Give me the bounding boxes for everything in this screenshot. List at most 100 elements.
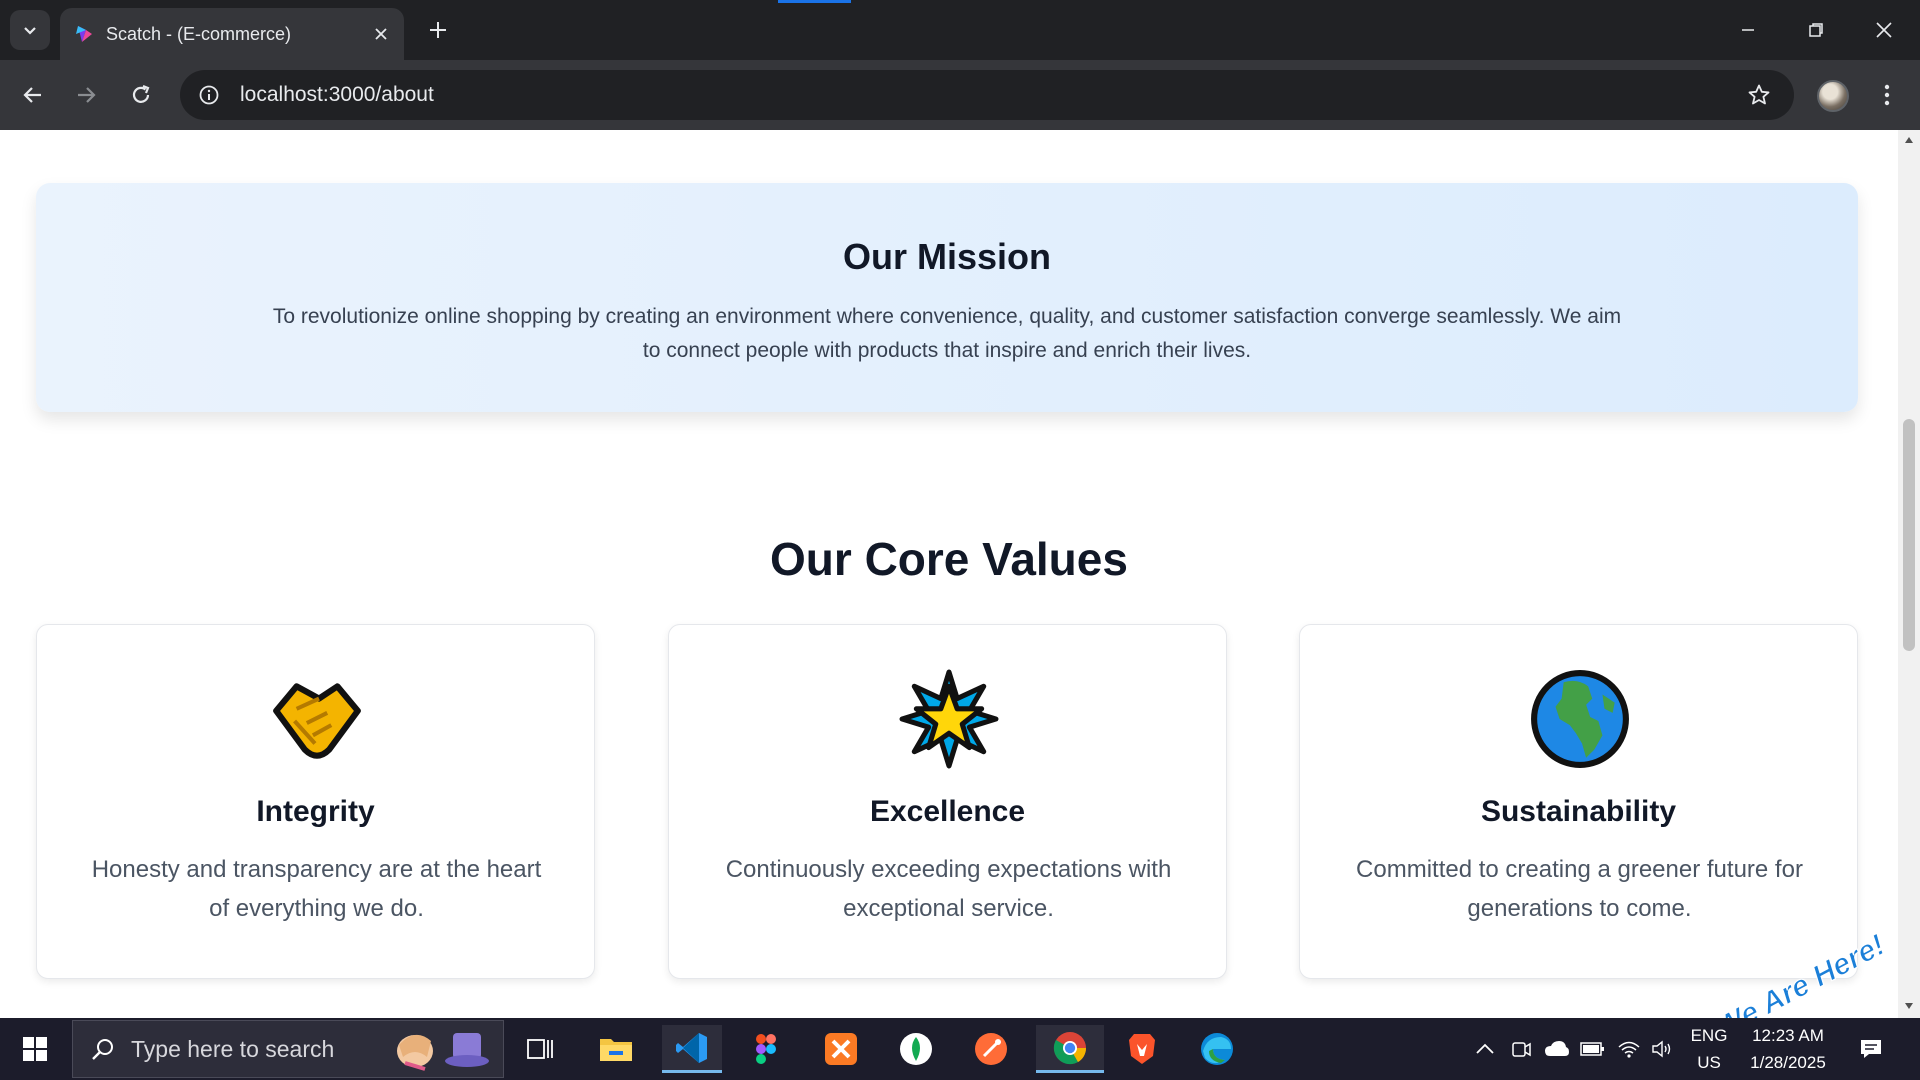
- vscode-icon: [676, 1032, 707, 1063]
- value-card-excellence: Excellence Continuously exceeding expect…: [668, 624, 1227, 979]
- new-tab-button[interactable]: [420, 12, 456, 48]
- mission-section: Our Mission To revolutionize online shop…: [36, 183, 1858, 412]
- mongodb-icon: [900, 1033, 932, 1065]
- taskbar-brave[interactable]: [1112, 1025, 1172, 1073]
- star-icon: [899, 669, 999, 769]
- tray-volume[interactable]: [1648, 1034, 1678, 1064]
- taskbar-figma[interactable]: [736, 1025, 796, 1073]
- browser-toolbar: localhost:3000/about: [0, 60, 1920, 130]
- taskbar-search-placeholder: Type here to search: [131, 1035, 335, 1062]
- close-window-button[interactable]: [1850, 0, 1918, 60]
- meet-now-icon: [1512, 1042, 1531, 1057]
- tray-overflow-button[interactable]: [1470, 1034, 1500, 1064]
- value-card-text: Continuously exceeding expectations with…: [725, 856, 1172, 922]
- page-scrollbar[interactable]: [1898, 130, 1920, 1018]
- tray-wifi[interactable]: [1614, 1034, 1644, 1064]
- clock-time: 12:23 AM: [1752, 1026, 1824, 1045]
- browser-tab-bar: Scatch - (E-commerce): [0, 0, 1920, 60]
- page-viewport: Our Mission To revolutionize online shop…: [0, 130, 1898, 1018]
- url-text: localhost:3000/about: [240, 83, 434, 106]
- restore-icon: [1809, 23, 1823, 37]
- minimize-button[interactable]: [1714, 0, 1782, 60]
- value-card-sustainability: Sustainability Committed to creating a g…: [1299, 624, 1858, 979]
- task-view-icon: [527, 1039, 553, 1059]
- taskbar-xampp[interactable]: [811, 1025, 871, 1073]
- back-button[interactable]: [14, 76, 52, 114]
- folder-icon: [600, 1039, 632, 1061]
- star-outline-icon: [1748, 84, 1770, 105]
- figma-icon: [756, 1034, 776, 1064]
- language-code: ENG: [1690, 1026, 1728, 1045]
- triangle-down-icon: [1905, 1003, 1913, 1009]
- chevron-down-icon: [24, 27, 36, 35]
- close-icon: [1876, 22, 1892, 38]
- arrow-left-icon: [23, 87, 41, 103]
- chat-widget[interactable]: We Are Here! 1: [1706, 928, 1898, 1018]
- globe-icon: [1531, 670, 1629, 768]
- core-values-title: Our Core Values: [770, 533, 1128, 585]
- start-button[interactable]: [0, 1018, 70, 1080]
- tab-close-button[interactable]: [366, 19, 396, 49]
- wifi-icon: [1618, 1041, 1640, 1058]
- taskbar-edge[interactable]: [1187, 1025, 1247, 1073]
- browser-tab[interactable]: Scatch - (E-commerce): [60, 8, 404, 60]
- tab-loading-indicator: [778, 0, 851, 3]
- browser-menu-button[interactable]: [1872, 76, 1902, 114]
- brave-icon: [1129, 1034, 1155, 1064]
- tray-onedrive[interactable]: [1542, 1034, 1572, 1064]
- tray-meet-now[interactable]: [1506, 1034, 1536, 1064]
- search-icon: [92, 1039, 113, 1060]
- cloud-icon: [1545, 1041, 1569, 1056]
- forward-button[interactable]: [67, 76, 105, 114]
- notification-icon: [1861, 1040, 1881, 1058]
- battery-icon: [1580, 1042, 1604, 1056]
- taskbar-search-box[interactable]: Type here to search: [72, 1020, 504, 1078]
- volume-icon: [1652, 1040, 1671, 1058]
- minimize-icon: [1742, 29, 1754, 31]
- taskbar-chrome[interactable]: [1036, 1025, 1104, 1073]
- reload-icon: [132, 84, 150, 103]
- restore-button[interactable]: [1782, 0, 1850, 60]
- value-card-text: Committed to creating a greener future f…: [1356, 856, 1803, 922]
- value-card-title: Excellence: [869, 795, 1026, 828]
- windows-taskbar: Type here to search ENG US 12:23 AM 1/28…: [0, 1018, 1920, 1080]
- tab-search-button[interactable]: [10, 10, 50, 50]
- taskbar-postman[interactable]: [961, 1025, 1021, 1073]
- handshake-icon: [273, 683, 361, 759]
- more-vert-icon: [1884, 84, 1890, 106]
- address-bar[interactable]: localhost:3000/about: [180, 70, 1794, 120]
- reload-button[interactable]: [122, 76, 160, 114]
- value-card-text: Honesty and transparency are at the hear…: [91, 856, 542, 922]
- postman-icon: [975, 1033, 1007, 1065]
- close-icon: [375, 28, 387, 40]
- tray-clock[interactable]: 12:23 AM 1/28/2025: [1738, 1022, 1838, 1076]
- value-card-title: Sustainability: [1480, 795, 1677, 828]
- tray-battery[interactable]: [1578, 1034, 1608, 1064]
- taskbar-mongodb-compass[interactable]: [886, 1025, 946, 1073]
- chrome-icon: [1053, 1031, 1087, 1064]
- scroll-thumb[interactable]: [1903, 419, 1915, 651]
- arrow-right-icon: [78, 87, 96, 103]
- value-card-title: Integrity: [256, 795, 375, 828]
- chevron-up-icon: [1476, 1043, 1494, 1054]
- mission-text: To revolutionize online shopping by crea…: [272, 305, 1622, 362]
- edge-icon: [1201, 1033, 1233, 1065]
- tab-title: Scatch - (E-commerce): [106, 23, 292, 44]
- bookmark-button[interactable]: [1744, 80, 1774, 110]
- scroll-up-arrow[interactable]: [1903, 134, 1915, 146]
- taskbar-file-explorer[interactable]: [586, 1025, 646, 1073]
- scroll-down-arrow[interactable]: [1903, 1000, 1915, 1012]
- windows-logo-icon: [23, 1037, 47, 1061]
- xampp-icon: [825, 1033, 857, 1065]
- clock-date: 1/28/2025: [1750, 1053, 1826, 1072]
- task-view-button[interactable]: [510, 1025, 570, 1073]
- plus-icon: [430, 22, 446, 38]
- search-highlight-illustration: [397, 1033, 489, 1071]
- notification-center-button[interactable]: [1856, 1034, 1886, 1064]
- profile-avatar[interactable]: [1817, 80, 1849, 112]
- region-code: US: [1697, 1053, 1721, 1072]
- site-favicon: [76, 26, 92, 42]
- tray-language[interactable]: ENG US: [1684, 1022, 1734, 1076]
- site-info-icon[interactable]: [194, 80, 224, 110]
- taskbar-vscode[interactable]: [662, 1025, 722, 1073]
